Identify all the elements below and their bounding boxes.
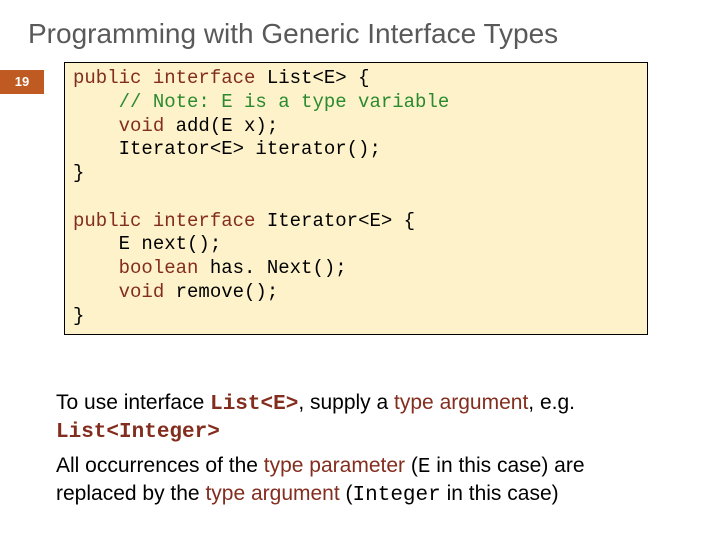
paragraph-2: All occurrences of the type parameter (E… [56,453,666,510]
page-number-badge: 19 [0,70,44,94]
inline-code: List<E> [210,393,298,416]
code-comment: // Note: E is a type variable [73,91,449,113]
inline-code: Integer [353,484,441,507]
inline-code: E [418,456,431,479]
kw-boolean: boolean [119,257,199,279]
slide: Programming with Generic Interface Types… [0,0,720,540]
inline-code: List<Integer> [56,421,220,444]
term-type-argument: type argument [394,391,528,414]
kw-void: void [119,115,165,137]
slide-title: Programming with Generic Interface Types [0,0,720,50]
kw-public: public [73,67,141,89]
kw-interface: interface [153,67,256,89]
code-block: public interface List<E> { // Note: E is… [64,62,648,335]
paragraph-1: To use interface List<E>, supply a type … [56,390,666,447]
term-type-parameter: type parameter [264,454,405,477]
code-content: public interface List<E> { // Note: E is… [73,67,639,328]
body-text: To use interface List<E>, supply a type … [56,390,666,515]
